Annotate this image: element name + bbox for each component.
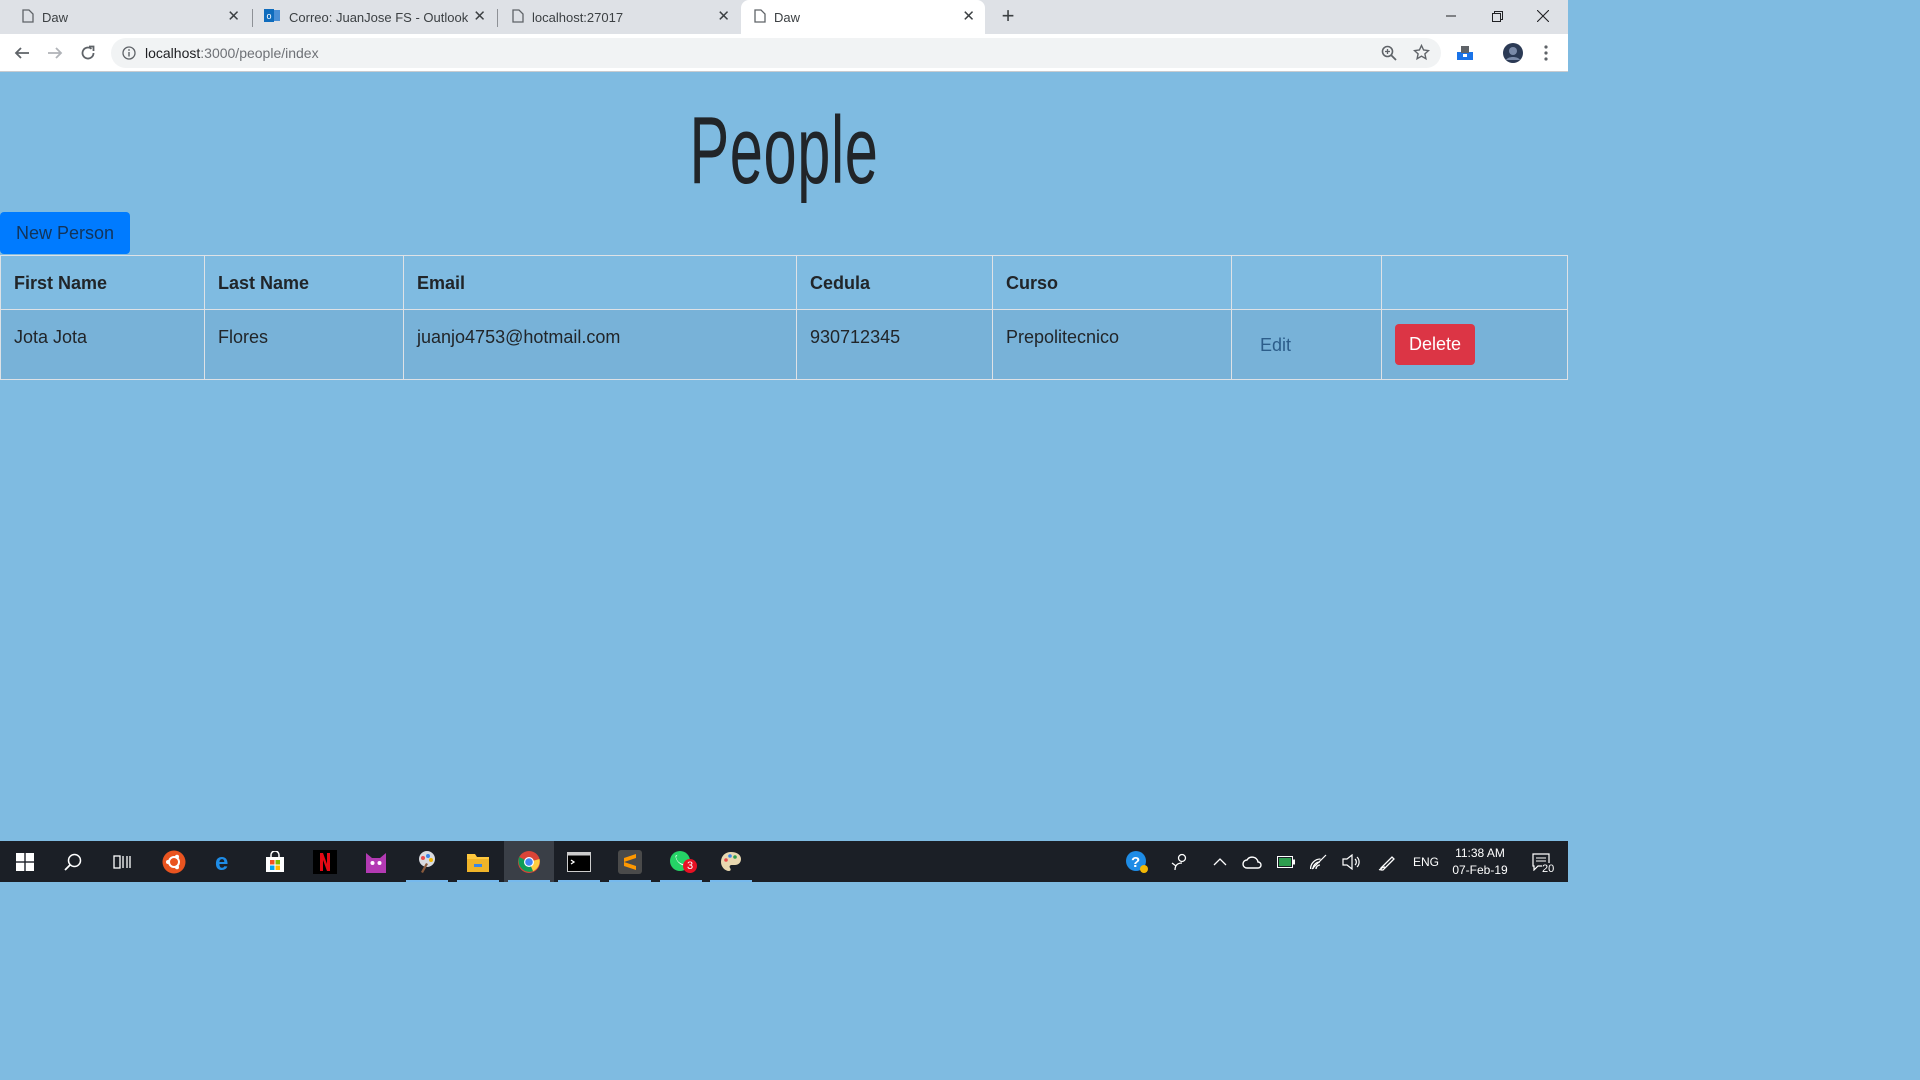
avatar[interactable] (1501, 41, 1525, 65)
url-path: :3000/people/index (200, 45, 319, 61)
volume-icon[interactable] (1337, 841, 1365, 882)
close-icon[interactable]: ✕ (473, 9, 486, 25)
zoom-icon[interactable] (1381, 45, 1397, 66)
tab-localhost-27017[interactable]: localhost:27017 ✕ (500, 0, 740, 34)
notification-count: 20 (1542, 863, 1555, 875)
table-header-row: First Name Last Name Email Cedula Curso (0, 255, 1568, 310)
netflix-icon[interactable] (300, 841, 350, 882)
tab-title: localhost:27017 (532, 9, 624, 25)
sublime-text-icon[interactable] (605, 841, 655, 882)
chrome-icon[interactable] (504, 841, 554, 882)
terminal-icon[interactable] (554, 841, 604, 882)
url-text[interactable]: localhost:3000/people/index (145, 45, 319, 61)
cell-curso: Prepolitecnico (992, 309, 1232, 380)
task-view-icon[interactable] (97, 841, 147, 882)
new-person-button[interactable]: New Person (0, 212, 130, 254)
tab-title: Daw (774, 9, 801, 25)
forward-button[interactable] (43, 41, 67, 65)
page-icon (754, 8, 766, 26)
column-header-delete (1381, 255, 1568, 310)
paint-app-icon[interactable] (402, 841, 452, 882)
svg-text:e: e (215, 851, 228, 873)
cell-last-name: Flores (204, 309, 404, 380)
cell-email: juanjo4753@hotmail.com (403, 309, 797, 380)
search-icon[interactable] (48, 841, 98, 882)
column-header-first-name: First Name (0, 255, 205, 310)
extension-icon[interactable] (1453, 41, 1477, 65)
notification-center-icon[interactable]: 20 (1522, 841, 1562, 882)
outlook-icon: o (264, 8, 281, 26)
tab-title: Daw (42, 9, 69, 25)
people-icon[interactable] (1166, 841, 1194, 882)
whatsapp-icon[interactable]: 3 (656, 841, 706, 882)
cat-app-icon[interactable] (351, 841, 401, 882)
clock-date: 07-Feb-19 (1452, 863, 1508, 877)
edit-link[interactable]: Edit (1260, 335, 1291, 356)
taskbar: e 3 ? ENG 11:38 AM 07-Feb-19 20 (0, 841, 1568, 882)
column-header-cedula: Cedula (796, 255, 993, 310)
clock[interactable]: 11:38 AM 07-Feb-19 (1440, 845, 1520, 879)
close-icon[interactable]: ✕ (227, 9, 240, 25)
star-icon[interactable] (1412, 43, 1431, 66)
cell-edit: Edit (1231, 309, 1382, 380)
chevron-up-icon[interactable] (1208, 841, 1232, 882)
delete-button[interactable]: Delete (1395, 324, 1476, 365)
file-explorer-icon[interactable] (453, 841, 503, 882)
clock-time: 11:38 AM (1455, 846, 1505, 860)
back-button[interactable] (10, 41, 34, 65)
column-header-curso: Curso (992, 255, 1232, 310)
cell-cedula: 930712345 (796, 309, 993, 380)
reload-button[interactable] (76, 41, 100, 65)
help-icon[interactable]: ? (1123, 841, 1151, 882)
menu-icon[interactable] (1534, 41, 1558, 65)
close-icon[interactable]: ✕ (717, 9, 730, 25)
people-table: First Name Last Name Email Cedula Curso … (0, 255, 1568, 380)
cell-delete: Delete (1381, 309, 1568, 380)
column-header-edit (1231, 255, 1382, 310)
browser-toolbar: localhost:3000/people/index (0, 34, 1568, 72)
address-bar[interactable]: localhost:3000/people/index (111, 38, 1441, 68)
svg-text:?: ? (1131, 854, 1140, 871)
page-title: People (689, 97, 879, 204)
close-icon[interactable]: ✕ (962, 9, 975, 25)
column-header-last-name: Last Name (204, 255, 404, 310)
page-icon (22, 8, 34, 26)
paint-icon[interactable] (706, 841, 756, 882)
tab-title: Correo: JuanJose FS - Outlook (289, 9, 469, 25)
store-icon[interactable] (250, 841, 300, 882)
tab-daw-1[interactable]: Daw ✕ (10, 0, 250, 34)
tab-outlook[interactable]: o Correo: JuanJose FS - Outlook ✕ (256, 0, 496, 34)
column-header-email: Email (403, 255, 797, 310)
table-row: Jota Jota Flores juanjo4753@hotmail.com … (0, 309, 1568, 380)
tab-daw-active[interactable]: Daw ✕ (741, 0, 985, 34)
tab-separator (497, 9, 498, 27)
battery-icon[interactable] (1272, 841, 1300, 882)
info-icon[interactable] (122, 46, 136, 65)
pen-icon[interactable] (1373, 841, 1401, 882)
page-icon (512, 8, 524, 26)
url-host: localhost (145, 45, 201, 61)
language-indicator[interactable]: ENG (1408, 841, 1444, 882)
notification-badge: 3 (683, 859, 697, 873)
tab-separator (252, 9, 253, 27)
windows-start-icon[interactable] (0, 841, 50, 882)
new-tab-button[interactable]: + (997, 5, 1019, 29)
tab-strip: Daw ✕ o Correo: JuanJose FS - Outlook ✕ … (0, 0, 1568, 34)
edge-icon[interactable]: e (200, 841, 250, 882)
onedrive-icon[interactable] (1238, 841, 1266, 882)
close-window-button[interactable] (1520, 0, 1566, 32)
cell-first-name: Jota Jota (0, 309, 205, 380)
wifi-icon[interactable] (1305, 841, 1333, 882)
restore-button[interactable] (1474, 0, 1520, 32)
ubuntu-icon[interactable] (149, 841, 199, 882)
minimize-button[interactable] (1428, 0, 1474, 32)
svg-text:o: o (267, 11, 272, 21)
